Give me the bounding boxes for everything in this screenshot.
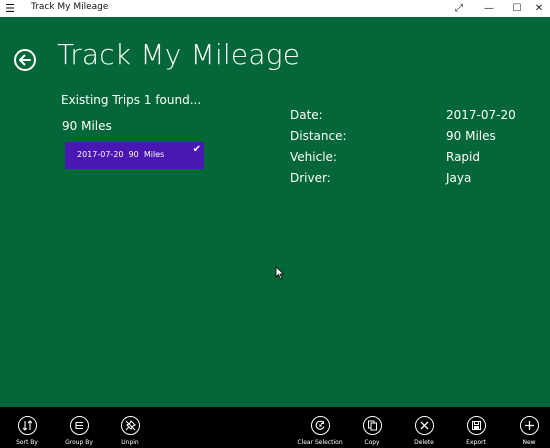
sort-icon xyxy=(17,416,37,435)
trips-header: Existing Trips 1 found... xyxy=(61,93,202,107)
minimize-icon[interactable]: — xyxy=(474,0,504,17)
vehicle-value: Rapid xyxy=(446,150,480,164)
back-button[interactable] xyxy=(14,49,36,71)
close-icon[interactable]: ✕ xyxy=(524,0,550,17)
group-by-button[interactable]: Group By xyxy=(54,407,104,448)
copy-button[interactable]: Copy xyxy=(347,407,397,448)
window-title: Track My Mileage xyxy=(31,2,109,12)
export-icon xyxy=(466,416,486,435)
distance-value: 90 Miles xyxy=(446,129,496,143)
driver-value: Jaya xyxy=(446,171,472,185)
clear-selection-label: Clear Selection xyxy=(297,439,343,446)
vehicle-label: Vehicle: xyxy=(290,150,337,164)
export-label: Export xyxy=(466,439,486,446)
copy-label: Copy xyxy=(364,439,380,446)
trip-list-item[interactable]: 2017-07-20 90 Miles ✔ xyxy=(65,142,204,169)
unpin-button[interactable]: Unpin xyxy=(105,407,155,448)
driver-label: Driver: xyxy=(290,171,331,185)
app-bar: Sort By Group By Unpin Clear Selection C… xyxy=(0,407,550,448)
title-bar: ☰ Track My Mileage ⤢ — ☐ ✕ xyxy=(0,0,550,17)
total-miles: 90 Miles xyxy=(62,119,112,133)
distance-label: Distance: xyxy=(290,129,347,143)
back-arrow-icon xyxy=(19,54,31,66)
group-by-label: Group By xyxy=(65,439,93,446)
new-label: New xyxy=(522,439,536,446)
delete-label: Delete xyxy=(414,439,434,446)
date-label: Date: xyxy=(290,108,323,122)
checkmark-icon: ✔ xyxy=(192,144,201,155)
page-title: Track My Mileage xyxy=(57,38,301,71)
group-icon xyxy=(69,416,89,435)
date-value: 2017-07-20 xyxy=(446,108,516,122)
new-button[interactable]: New xyxy=(504,407,550,448)
sort-by-label: Sort By xyxy=(16,439,38,446)
new-icon xyxy=(519,416,539,435)
expand-icon[interactable]: ⤢ xyxy=(444,0,474,17)
sort-by-button[interactable]: Sort By xyxy=(2,407,52,448)
copy-icon xyxy=(362,416,382,435)
export-button[interactable]: Export xyxy=(451,407,501,448)
unpin-label: Unpin xyxy=(121,439,139,446)
clear-selection-button[interactable]: Clear Selection xyxy=(295,407,345,448)
clear-selection-icon xyxy=(310,416,330,435)
mouse-cursor-icon xyxy=(275,266,285,280)
delete-icon xyxy=(414,416,434,435)
unpin-icon xyxy=(120,416,140,435)
delete-button[interactable]: Delete xyxy=(399,407,449,448)
hamburger-icon[interactable]: ☰ xyxy=(2,1,18,16)
trip-item-label: 2017-07-20 90 Miles xyxy=(77,150,165,159)
